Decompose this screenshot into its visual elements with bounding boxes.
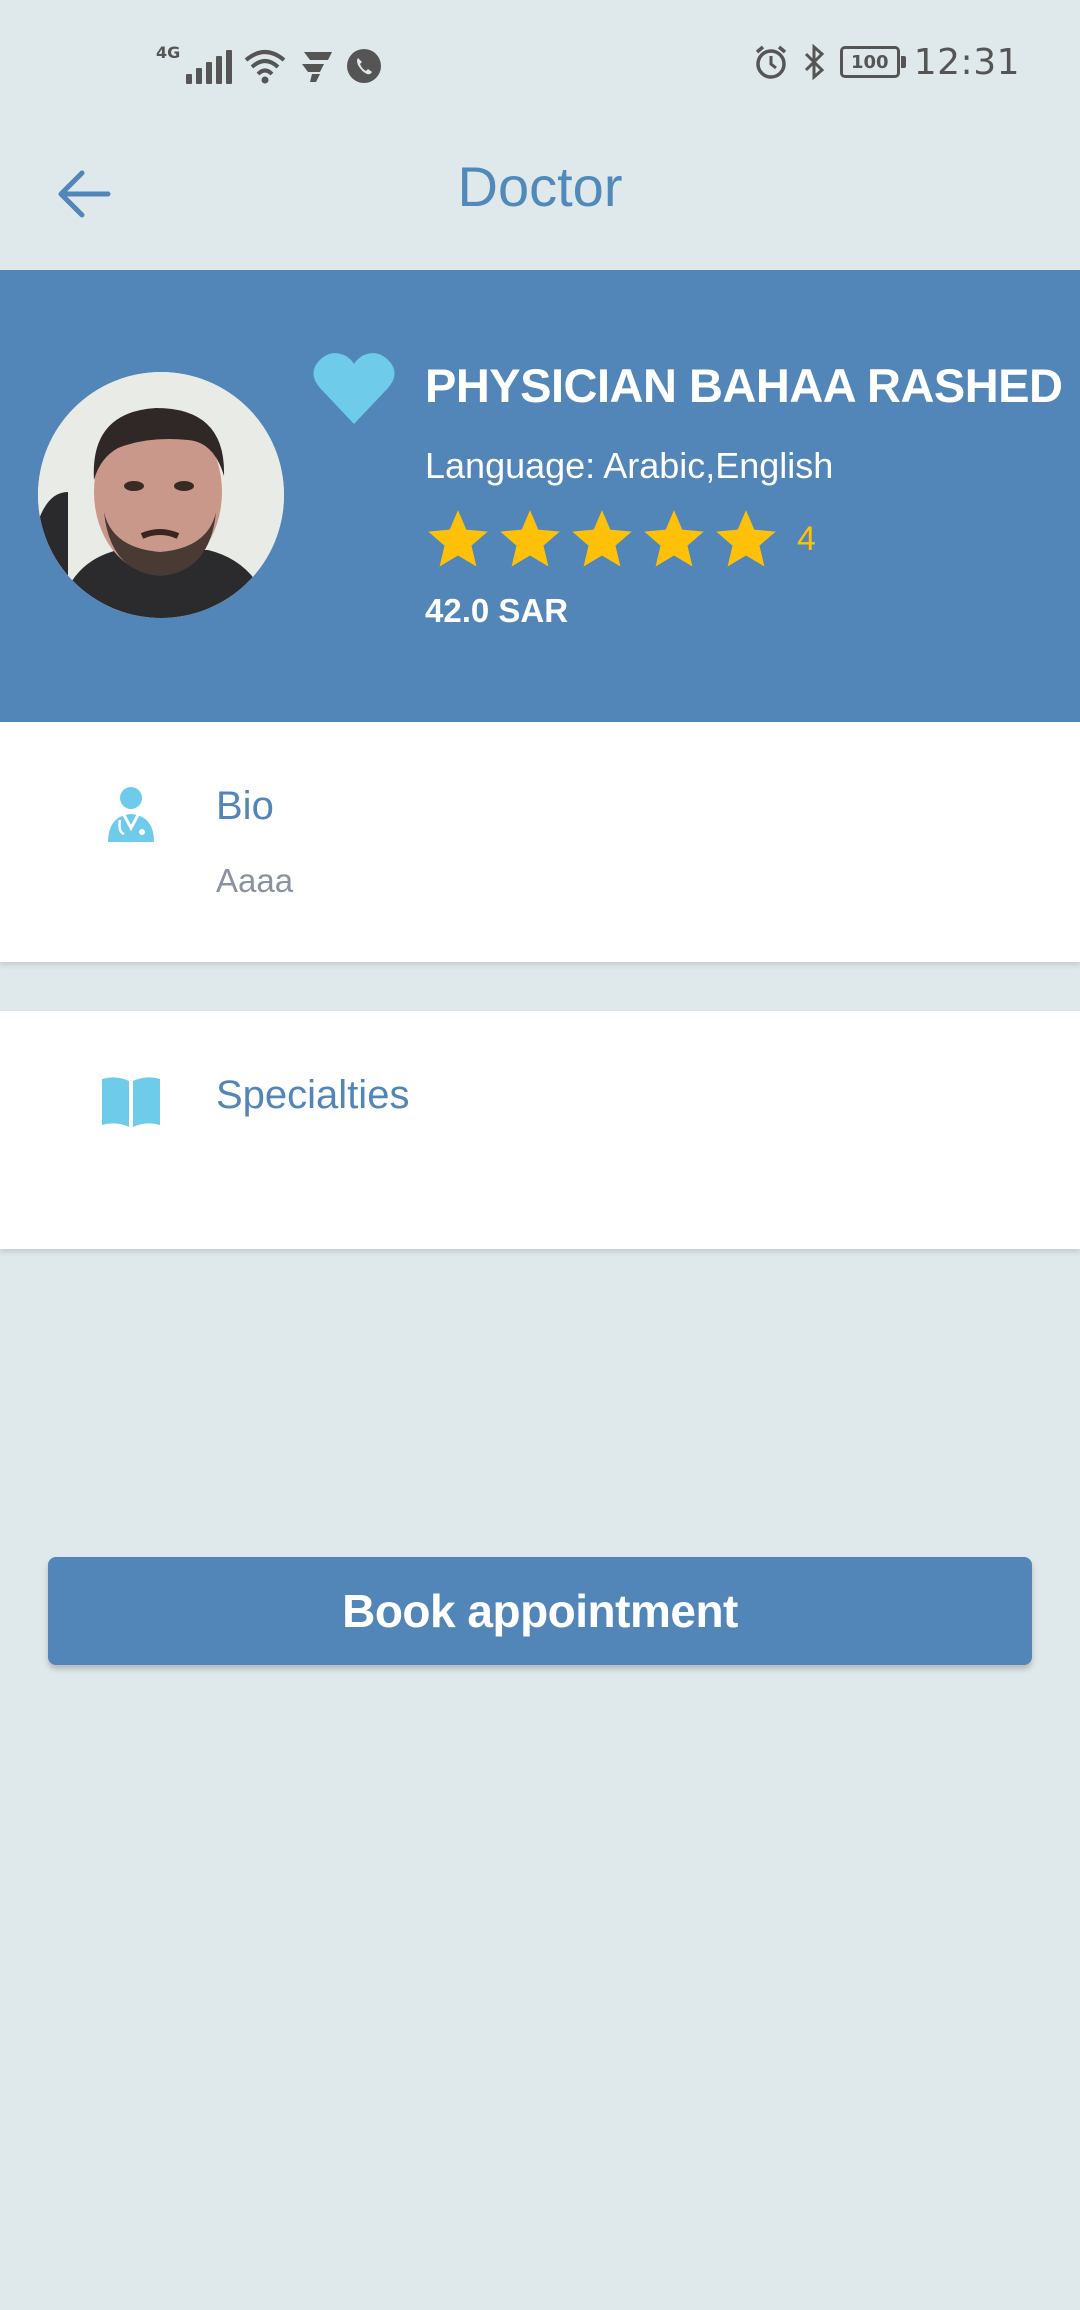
wifi-icon [244, 50, 286, 84]
doctor-profile-header: PHYSICIAN BAHAA RASHED Language: Arabic,… [0, 270, 1080, 722]
favorite-button[interactable] [312, 350, 402, 430]
star-icon [644, 510, 704, 567]
page-title: Doctor [457, 155, 623, 218]
status-bar: 4G 100 12:31 [0, 0, 1080, 124]
app-bar: Doctor [0, 124, 1080, 270]
bio-text: Aaaa [216, 862, 294, 899]
bio-section: Bio Aaaa [0, 722, 1080, 962]
network-type-label: 4G [156, 43, 181, 62]
specialties-title: Specialties [216, 1073, 410, 1117]
battery-icon: 100 [839, 46, 906, 78]
doctor-language: Language: Arabic,English [425, 445, 834, 486]
rating-value: 4 [797, 519, 816, 558]
bluetooth-icon [804, 44, 824, 80]
doctor-avatar [38, 372, 284, 618]
star-icon [716, 510, 776, 567]
phone-call-icon [347, 49, 382, 83]
book-icon [102, 1077, 160, 1127]
star-icon [572, 510, 632, 567]
star-icon [500, 510, 560, 567]
star-icon [428, 510, 488, 567]
battery-level: 100 [850, 51, 889, 73]
status-right: 100 12:31 [754, 40, 1020, 84]
status-left: 4G [156, 40, 382, 84]
doctor-icon [108, 787, 154, 842]
heart-icon [313, 353, 395, 424]
bio-title: Bio [216, 784, 274, 828]
signal-icon [186, 50, 233, 84]
doctor-rating: 4 [425, 506, 816, 572]
consultation-price: 42.0 SAR [425, 592, 569, 629]
app-notification-icon [302, 52, 333, 82]
book-appointment-button[interactable]: Book appointment [48, 1557, 1032, 1665]
specialties-section: Specialties [0, 1011, 1080, 1249]
alarm-icon [755, 45, 786, 79]
clock-time: 12:31 [913, 41, 1020, 83]
doctor-name: PHYSICIAN BAHAA RASHED [425, 359, 1063, 412]
